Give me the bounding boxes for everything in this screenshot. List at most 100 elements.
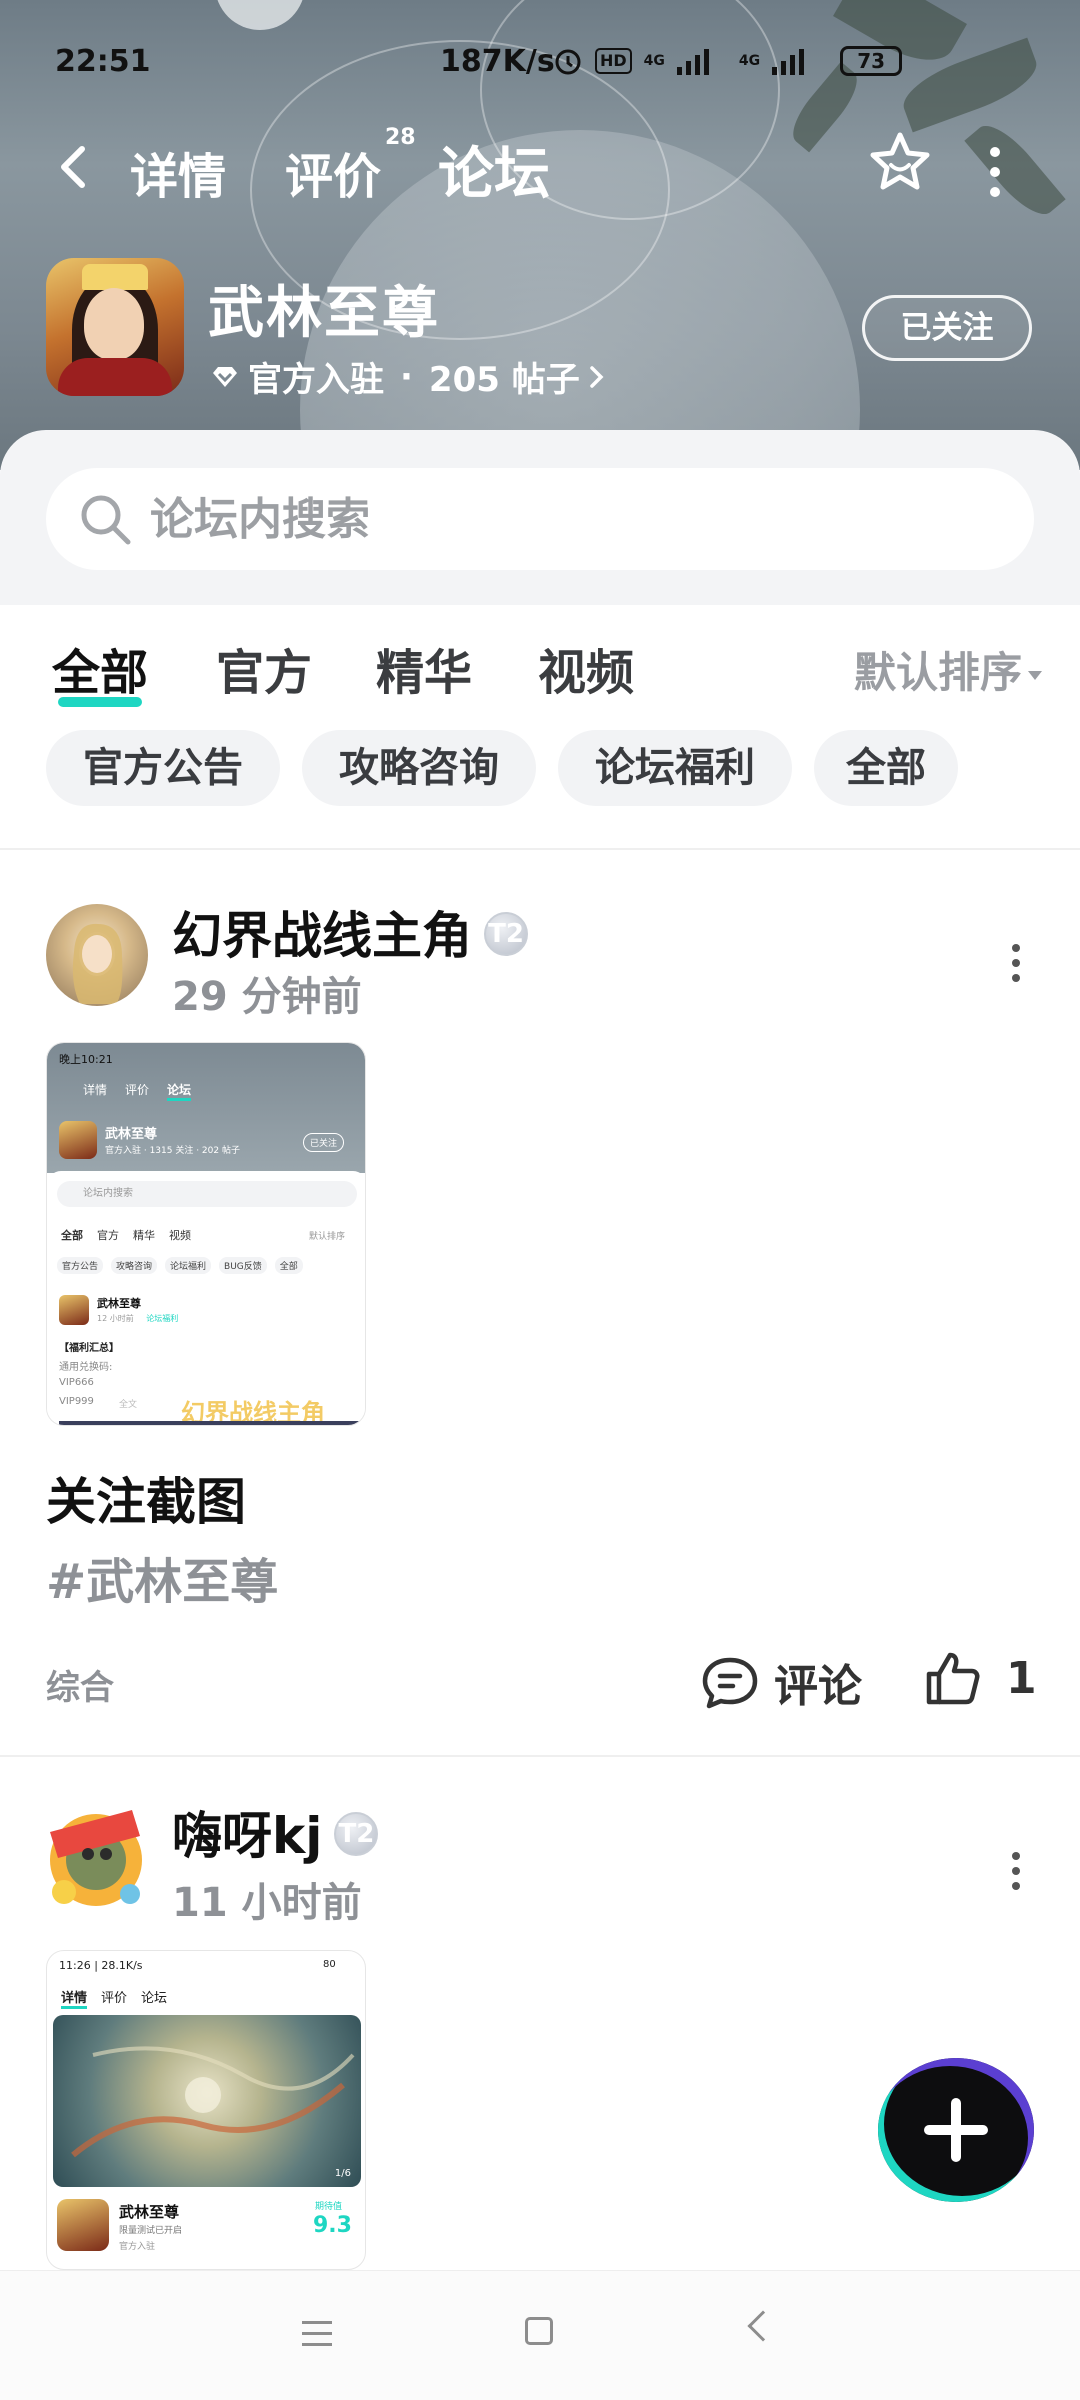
- mini-follow: 已关注: [303, 1133, 345, 1152]
- system-navigation-bar: [0, 2270, 1080, 2400]
- mini-post-line: VIP999: [59, 1396, 94, 1407]
- post-more-button[interactable]: [1012, 944, 1020, 989]
- mini-screenshot: 晚上10:21 详情 评价 论坛 武林至尊 官方入驻 · 1315 关注 · 2…: [47, 1043, 365, 1425]
- comment-label: 评论: [774, 1661, 862, 1712]
- tab-reviews[interactable]: 评价: [285, 137, 381, 207]
- back-button[interactable]: [58, 145, 88, 192]
- mini-ftabs: 全部 官方 精华 视频: [61, 1227, 191, 1243]
- post-card[interactable]: 嗨呀kj T2 11 小时前 11:26 | 28.1K/s 80 详情 评价 论…: [0, 1760, 1080, 2270]
- mini-tabs: 详情 评价 论坛: [83, 1081, 192, 1101]
- mini-bottom-strip: [59, 1421, 359, 1425]
- comment-button[interactable]: 评论: [700, 1650, 862, 1714]
- mini-score: 9.3: [313, 2213, 352, 2238]
- home-icon[interactable]: [525, 2317, 553, 2345]
- plus-icon: [922, 2098, 990, 2162]
- mini-screenshot: 11:26 | 28.1K/s 80 详情 评价 论坛 1/6 武林至尊 限量测…: [47, 1951, 365, 2269]
- level-badge-icon: T2: [484, 911, 528, 956]
- filter-section: 全部 官方 精华 视频 默认排序 官方公告 攻略咨询 论坛福利 全部: [0, 605, 1080, 850]
- like-count: 1: [1006, 1652, 1037, 1704]
- sort-label: 默认排序: [853, 648, 1022, 697]
- banner-small-moon: [215, 0, 305, 30]
- mini-chip: 攻略咨询: [111, 1257, 158, 1274]
- filter-tab-label: 官方: [216, 645, 313, 701]
- mini-chip: 官方公告: [57, 1257, 104, 1274]
- filter-tab-label: 视频: [538, 645, 635, 701]
- mini-tab: 评价: [125, 1083, 150, 1097]
- post-hashtag[interactable]: #武林至尊: [46, 1542, 278, 1612]
- create-post-button[interactable]: [878, 2058, 1034, 2202]
- sort-dropdown[interactable]: 默认排序: [854, 639, 1042, 700]
- follow-button[interactable]: 已关注: [862, 295, 1032, 361]
- post-more-button[interactable]: [1012, 1852, 1020, 1897]
- mini-body: [47, 1171, 365, 1425]
- search-input[interactable]: [150, 486, 990, 552]
- mini-ftab: 官方: [97, 1229, 119, 1242]
- post-time: 29 分钟前: [172, 974, 362, 1020]
- star-face-icon: [870, 132, 930, 190]
- mini-hero-art: 1/6: [53, 2015, 361, 2187]
- filter-tab-all[interactable]: 全部: [52, 633, 148, 707]
- app-meta[interactable]: 官方入驻 · 205 帖子: [210, 352, 606, 401]
- favorite-button[interactable]: [868, 130, 932, 198]
- filter-tab-video[interactable]: 视频: [538, 633, 634, 703]
- mini-ftab: 视频: [169, 1229, 191, 1242]
- avatar-art: [72, 923, 123, 1004]
- mini-post-tag: 论坛福利: [146, 1314, 179, 1323]
- mini-post-avatar: [59, 1295, 89, 1325]
- status-net-speed: 187K/s: [440, 44, 555, 79]
- mini-ftab: 精华: [133, 1229, 155, 1242]
- chip-guides[interactable]: 攻略咨询: [302, 730, 536, 806]
- status-net1: 4G: [643, 53, 665, 69]
- filter-tab-official[interactable]: 官方: [216, 633, 312, 703]
- mini-app-name: 武林至尊: [119, 2203, 180, 2221]
- more-options-button[interactable]: [990, 147, 1000, 207]
- mini-tabs: 详情 评价 论坛: [61, 1987, 167, 2009]
- author-name[interactable]: 嗨呀kj T2: [172, 1796, 379, 1868]
- status-time: 22:51: [55, 44, 151, 79]
- menu-icon[interactable]: [302, 2321, 332, 2354]
- search-box[interactable]: [46, 468, 1034, 570]
- post-image[interactable]: 晚上10:21 详情 评价 论坛 武林至尊 官方入驻 · 1315 关注 · 2…: [46, 1042, 366, 1426]
- filter-tab-label: 精华: [376, 645, 473, 701]
- chip-all[interactable]: 全部: [814, 730, 958, 806]
- chip-welfare[interactable]: 论坛福利: [558, 730, 792, 806]
- post-count: 205 帖子: [428, 360, 580, 400]
- mini-hero-illustration: [71, 2046, 355, 2158]
- post-card[interactable]: 幻界战线主角 T2 29 分钟前 晚上10:21 详情 评价 论坛 武林至尊 官方…: [0, 852, 1080, 1757]
- chip-announcements[interactable]: 官方公告: [46, 730, 280, 806]
- filter-tab-featured[interactable]: 精华: [376, 633, 472, 703]
- status-icons: HD 4G 4G 73: [553, 46, 903, 76]
- mini-app-icon: [59, 1121, 97, 1159]
- system-back-icon[interactable]: [747, 2310, 779, 2342]
- tab-forum[interactable]: 论坛: [438, 129, 550, 216]
- tab-details[interactable]: 详情: [130, 137, 226, 207]
- author-name[interactable]: 幻界战线主角 T2: [172, 896, 528, 968]
- author-name-text: 幻界战线主角: [172, 907, 472, 965]
- meta-separator: ·: [400, 356, 413, 397]
- avatar-art: [50, 1810, 142, 1906]
- app-icon[interactable]: [46, 258, 184, 396]
- comment-icon: [702, 1657, 758, 1709]
- status-net2: 4G: [738, 53, 761, 69]
- mini-status-time: 晚上10:21: [59, 1053, 113, 1066]
- mini-app-meta: 官方入驻 · 1315 关注 · 202 帖子: [105, 1146, 240, 1156]
- mini-post-line: 【福利汇总】: [59, 1343, 119, 1354]
- caret-down-icon: [1028, 671, 1042, 680]
- post-category: 综合: [46, 1668, 114, 1708]
- mini-post-time: 12 小时前: [97, 1314, 134, 1323]
- like-button[interactable]: 1: [924, 1650, 1037, 1706]
- post-title[interactable]: 关注截图: [46, 1462, 246, 1534]
- chevron-right-icon: [589, 365, 604, 388]
- mini-battery: 80: [323, 1959, 336, 1970]
- alarm-icon: [555, 49, 581, 75]
- mini-chip: BUG反馈: [219, 1257, 267, 1274]
- avatar[interactable]: [46, 904, 148, 1006]
- battery-icon: 73: [840, 46, 903, 76]
- app-name: 武林至尊: [208, 281, 440, 346]
- diamond-heart-icon: [213, 366, 237, 387]
- mini-app-icon: [57, 2199, 109, 2251]
- avatar[interactable]: [36, 1796, 160, 1920]
- post-image[interactable]: 11:26 | 28.1K/s 80 详情 评价 论坛 1/6 武林至尊 限量测…: [46, 1950, 366, 2270]
- mini-chip: 论坛福利: [165, 1257, 212, 1274]
- author-name-text: 嗨呀kj: [172, 1807, 323, 1865]
